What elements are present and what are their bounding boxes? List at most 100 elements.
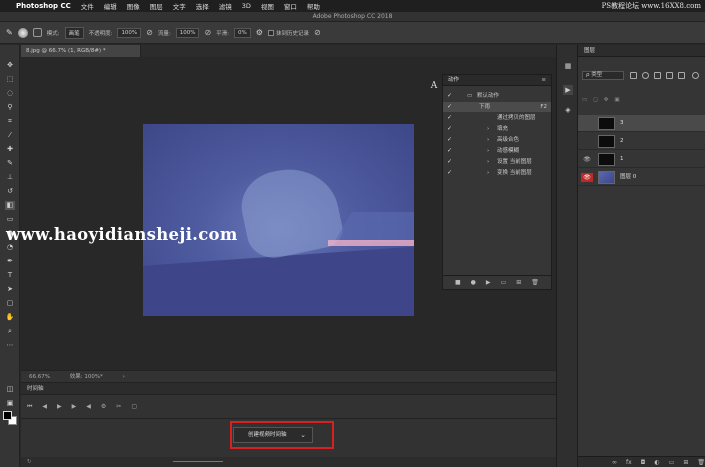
layer-row[interactable]: 👁 图层 0 [578, 169, 705, 186]
layer-row[interactable]: 3 [578, 115, 705, 132]
transition-icon[interactable]: ▢ [131, 403, 137, 411]
filter-adjustment-icon[interactable] [642, 72, 649, 79]
check-icon[interactable]: ✓ [447, 124, 452, 134]
marquee-tool-icon[interactable]: ⬚ [5, 75, 15, 84]
pressure-opacity-icon[interactable]: ⊘ [146, 28, 153, 37]
menu-layer[interactable]: 图层 [150, 1, 163, 11]
eye-icon[interactable]: 👁 [581, 173, 593, 182]
menu-3d[interactable]: 3D [242, 2, 251, 10]
action-step-row[interactable]: ✓ › 设置 当前图层 [443, 157, 551, 167]
brush-tool-icon[interactable]: ✎ [5, 159, 15, 168]
artwork-image[interactable] [143, 124, 414, 316]
magic-wand-tool-icon[interactable]: ⚲ [5, 103, 15, 112]
check-icon[interactable]: ✓ [447, 91, 452, 101]
layer-style-icon[interactable]: fx [626, 459, 632, 466]
new-set-icon[interactable]: ▭ [501, 279, 507, 286]
layer-filter-select[interactable]: ρ 类型 [582, 71, 624, 80]
app-menu[interactable]: Photoshop CC [16, 2, 71, 10]
quick-mask-icon[interactable]: ◫ [5, 385, 15, 394]
erase-history-checkbox[interactable]: 抹到历史记录 [267, 29, 309, 37]
layer-row[interactable]: 👁 1 [578, 151, 705, 168]
delete-icon[interactable]: 🗑 [697, 459, 705, 466]
crop-tool-icon[interactable]: ⌗ [5, 117, 15, 126]
check-icon[interactable]: ✓ [447, 102, 452, 112]
more-tools-icon[interactable]: ⋯ [5, 341, 15, 350]
eyedropper-tool-icon[interactable]: ⁄ [5, 131, 15, 140]
stop-icon[interactable]: ■ [455, 279, 461, 286]
record-icon[interactable]: ● [471, 279, 476, 286]
timeline-tab[interactable]: 时间轴 [21, 383, 556, 395]
menu-window[interactable]: 窗口 [284, 1, 297, 11]
pressure-size-icon[interactable]: ⊘ [314, 28, 321, 37]
blend-mode-select[interactable]: ▭ [582, 97, 587, 105]
brush-panel-icon[interactable] [32, 28, 42, 37]
filter-shape-icon[interactable] [666, 72, 673, 79]
smoothing-input[interactable]: 0% [234, 27, 251, 38]
zoom-slider[interactable] [173, 461, 224, 462]
zoom-tool-icon[interactable]: ⌕ [5, 327, 15, 336]
eraser-tool-icon[interactable]: ✎ [6, 28, 13, 37]
screen-mode-icon[interactable]: ▣ [5, 399, 15, 408]
new-layer-icon[interactable]: ⊞ [683, 459, 688, 466]
layer-mask-icon[interactable]: ◘ [641, 459, 646, 466]
visibility-toggle[interactable] [581, 119, 593, 128]
action-step-row[interactable]: ✓ 通过拷贝的图层 [443, 113, 551, 123]
check-icon[interactable]: ✓ [447, 146, 452, 156]
chevron-right-icon[interactable]: › [487, 146, 489, 156]
action-step-row[interactable]: ✓ › 填充 [443, 124, 551, 134]
check-icon[interactable]: ✓ [447, 157, 452, 167]
layer-row[interactable]: 2 [578, 133, 705, 150]
action-step-row[interactable]: ✓ › 动感模糊 [443, 146, 551, 156]
check-icon[interactable]: ✓ [447, 113, 452, 123]
menu-help[interactable]: 帮助 [307, 1, 320, 11]
filter-type-icon[interactable] [654, 72, 661, 79]
chevron-right-icon[interactable]: › [487, 157, 489, 167]
split-icon[interactable]: ✂ [116, 403, 121, 411]
audio-icon[interactable]: ◀ [86, 403, 91, 411]
hand-tool-icon[interactable]: ✋ [5, 313, 15, 322]
group-icon[interactable]: ▭ [669, 459, 675, 466]
action-row[interactable]: ✓ 下雨 F2 [443, 102, 551, 112]
mode-select[interactable]: 画笔 [64, 26, 84, 39]
visibility-toggle[interactable] [581, 137, 593, 146]
actions-panel-header[interactable]: 动作 ≡ [443, 75, 551, 86]
layers-panel-header[interactable]: 图层 [578, 45, 705, 57]
check-icon[interactable]: ✓ [447, 168, 452, 178]
menu-filter[interactable]: 滤镜 [219, 1, 232, 11]
action-step-row[interactable]: ✓ › 高级合色 [443, 135, 551, 145]
status-arrow-icon[interactable]: › [123, 374, 125, 380]
settings-gear-icon[interactable]: ⚙ [101, 403, 106, 411]
shape-tool-icon[interactable]: ▢ [5, 299, 15, 308]
chevron-right-icon[interactable]: › [487, 124, 489, 134]
pen-tool-icon[interactable]: ✒ [5, 257, 15, 266]
foreground-color-swatch[interactable] [3, 411, 12, 420]
play-icon[interactable]: ▶ [57, 403, 62, 411]
path-selection-tool-icon[interactable]: ➤ [5, 285, 15, 294]
lasso-tool-icon[interactable]: ◌ [5, 89, 15, 98]
play-icon[interactable]: ▶ [486, 279, 491, 286]
filter-toggle-icon[interactable] [692, 72, 699, 79]
link-layers-icon[interactable]: ∞ [612, 459, 617, 466]
lock-all-icon[interactable]: ▣ [614, 97, 619, 105]
settings-gear-icon[interactable]: ⚙ [256, 28, 263, 37]
render-icon[interactable]: ↻ [27, 459, 32, 465]
eraser-tool-icon[interactable]: ◧ [5, 201, 15, 210]
eye-icon[interactable]: 👁 [581, 155, 593, 164]
action-set-row[interactable]: ✓ ▭ 默认动作 [443, 91, 551, 101]
menu-select[interactable]: 选择 [196, 1, 209, 11]
gradient-tool-icon[interactable]: ▭ [5, 215, 15, 224]
adjustment-layer-icon[interactable]: ◐ [654, 459, 659, 466]
healing-brush-tool-icon[interactable]: ✚ [5, 145, 15, 154]
new-action-icon[interactable]: ⊞ [516, 279, 521, 286]
type-tool-icon[interactable]: T [5, 271, 15, 280]
menu-view[interactable]: 视图 [261, 1, 274, 11]
delete-icon[interactable]: 🗑 [531, 279, 539, 286]
action-step-row[interactable]: ✓ › 变换 当前图层 [443, 168, 551, 178]
clone-stamp-tool-icon[interactable]: ⊥ [5, 173, 15, 182]
prev-frame-icon[interactable]: ◀ [42, 403, 47, 411]
check-icon[interactable]: ✓ [447, 135, 452, 145]
menu-file[interactable]: 文件 [81, 1, 94, 11]
panel-menu-icon[interactable]: ≡ [541, 75, 546, 86]
grid-icon[interactable]: ▦ [563, 61, 573, 71]
document-info[interactable]: 效果: 100%* [70, 374, 103, 380]
